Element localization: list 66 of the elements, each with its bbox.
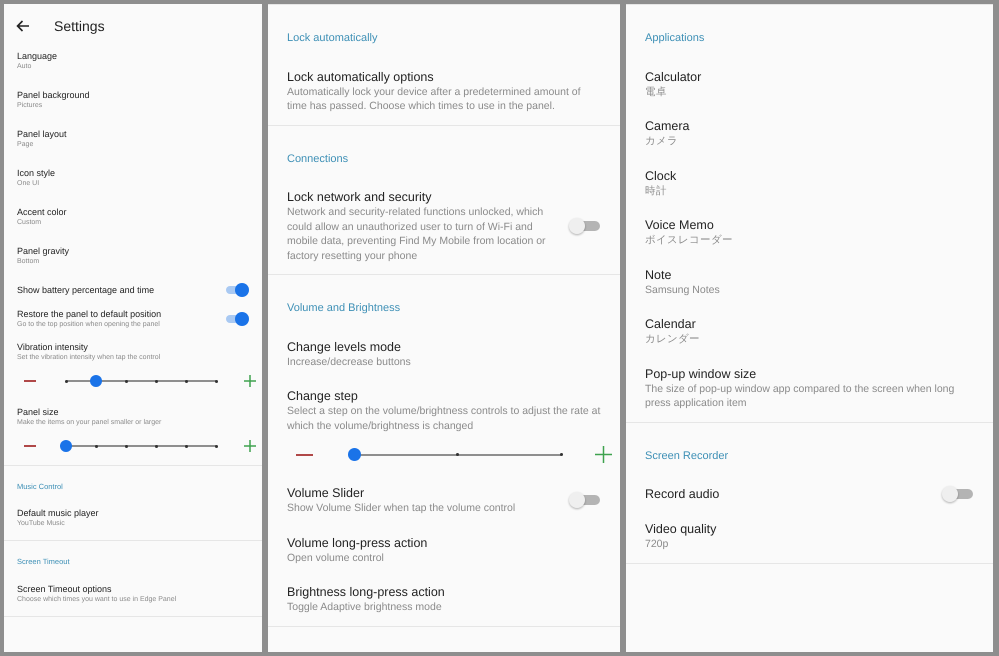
setting-title[interactable]: Panel background bbox=[17, 89, 249, 101]
increase-button[interactable] bbox=[595, 446, 612, 463]
setting-title[interactable]: Screen Timeout options bbox=[17, 582, 249, 594]
setting-description: Open volume control bbox=[287, 550, 385, 565]
setting-description: Samsung Notes bbox=[645, 282, 721, 297]
setting-description: Show Volume Slider when tap the volume control bbox=[287, 501, 516, 516]
minus-icon bbox=[24, 380, 36, 382]
setting-title[interactable]: Note bbox=[645, 266, 974, 282]
page-title: Settings bbox=[54, 16, 105, 36]
setting-title[interactable]: Icon style bbox=[17, 167, 249, 179]
setting-description: Toggle Adaptive brightness mode bbox=[287, 600, 443, 614]
setting-description: 電卓 bbox=[645, 84, 668, 99]
setting-description: Increase/decrease buttons bbox=[287, 354, 412, 369]
setting-title[interactable]: Vibration intensity bbox=[17, 341, 249, 353]
setting-title[interactable]: Default music player bbox=[17, 507, 249, 520]
setting-title[interactable]: Show battery percentage and time bbox=[17, 284, 223, 296]
setting-title[interactable]: Change step bbox=[287, 388, 601, 404]
setting-title[interactable]: Voice Memo bbox=[645, 217, 974, 233]
setting-title[interactable]: Lock automatically options bbox=[287, 68, 601, 84]
slider-thumb[interactable] bbox=[348, 448, 360, 461]
increase-button[interactable] bbox=[244, 440, 256, 452]
setting-description: 時計 bbox=[645, 184, 668, 198]
minus-icon bbox=[24, 445, 36, 447]
setting-title[interactable]: Record audio bbox=[645, 486, 920, 502]
setting-title[interactable]: Brightness long-press action bbox=[287, 584, 601, 600]
setting-title[interactable]: Lock network and security bbox=[287, 189, 562, 205]
setting-title[interactable]: Restore the panel to default position bbox=[17, 308, 223, 320]
minus-icon bbox=[296, 454, 313, 456]
setting-title[interactable]: Language bbox=[17, 50, 249, 62]
setting-title[interactable]: Panel size bbox=[17, 406, 249, 418]
setting-title[interactable]: Pop-up window size bbox=[645, 366, 974, 382]
section-header: Lock automatically bbox=[286, 31, 378, 46]
setting-title[interactable]: Accent color bbox=[17, 206, 249, 218]
toggle-switch[interactable] bbox=[569, 492, 601, 508]
slider-thumb[interactable] bbox=[60, 440, 72, 452]
setting-description: ボイスレコーダー bbox=[645, 233, 734, 248]
section-header: Applications bbox=[644, 31, 706, 46]
slider-thumb[interactable] bbox=[90, 375, 102, 387]
increase-button[interactable] bbox=[244, 375, 256, 387]
plus-icon bbox=[244, 440, 256, 452]
setting-title[interactable]: Camera bbox=[645, 118, 974, 134]
setting-title[interactable]: Calendar bbox=[645, 316, 974, 332]
setting-title[interactable]: Clock bbox=[645, 168, 974, 184]
section-header: Screen Recorder bbox=[644, 448, 730, 464]
back-button[interactable] bbox=[14, 18, 32, 34]
setting-title[interactable]: Volume Slider bbox=[287, 485, 562, 501]
setting-title[interactable]: Volume long-press action bbox=[287, 534, 601, 550]
plus-icon bbox=[595, 446, 612, 463]
setting-title[interactable]: Calculator bbox=[645, 68, 974, 84]
setting-description: 720p bbox=[645, 537, 670, 552]
plus-icon bbox=[244, 375, 256, 387]
setting-description: The size of pop-up window app compared to the screen when long press application item bbox=[645, 382, 956, 410]
setting-description: Network and security-related functions unlocked, which could allow an unauthorized user to turn of Wi-Fi and mobile data, preventing Find My Mobile from location or factory resetting your phone bbox=[287, 205, 547, 263]
section-header: Volume and Brightness bbox=[286, 301, 402, 316]
setting-description: カメラ bbox=[645, 134, 679, 148]
setting-description: カレンダー bbox=[645, 332, 701, 346]
setting-description: Automatically lock your device after a predetermined amount of time has passed. Choose which times to use in the panel. bbox=[287, 84, 582, 114]
setting-description: Select a step on the volume/brightness controls to adjust the rate at which the volume/brightness is changed bbox=[287, 404, 601, 433]
setting-title[interactable]: Change levels mode bbox=[287, 338, 601, 354]
section-header: Connections bbox=[286, 152, 350, 166]
toggle-switch[interactable] bbox=[569, 218, 601, 234]
setting-title[interactable]: Panel gravity bbox=[17, 245, 249, 257]
setting-title[interactable]: Video quality bbox=[645, 521, 974, 537]
setting-title[interactable]: Panel layout bbox=[17, 128, 249, 140]
toggle-switch[interactable] bbox=[942, 486, 974, 502]
back-arrow-icon bbox=[16, 20, 30, 32]
